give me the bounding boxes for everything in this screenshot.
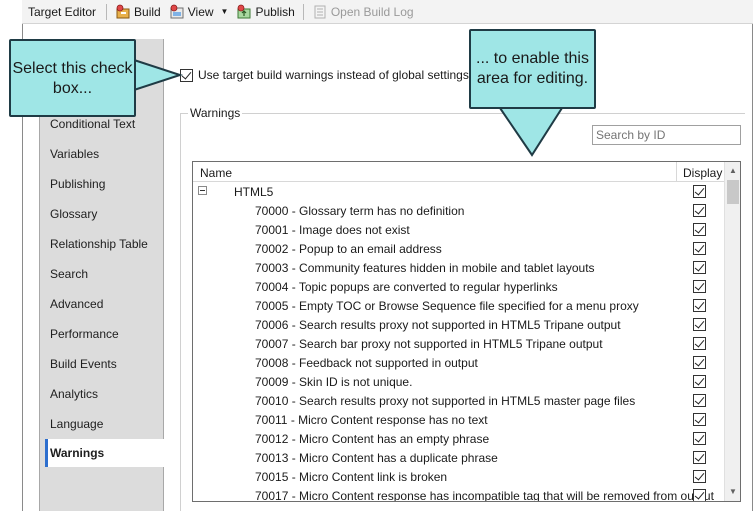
editor-toolbar: Target Editor Build View ▼ Publish Open … [22,0,753,24]
use-target-warnings-checkbox[interactable] [180,68,193,82]
sidebar-item-publishing[interactable]: Publishing [50,177,105,191]
group-display-checkbox[interactable] [693,185,706,198]
table-row[interactable]: 70004 - Topic popups are converted to re… [193,277,724,296]
warnings-grid: Name Display HTML5 70000 - Glossary term… [192,161,741,502]
warning-label: 70005 - Empty TOC or Browse Sequence fil… [255,299,639,313]
warning-label: 70015 - Micro Content link is broken [255,470,448,484]
table-row[interactable]: 70009 - Skin ID is not unique. [193,372,724,391]
toolbar-separator [302,3,304,20]
display-checkbox[interactable] [693,242,706,255]
table-row[interactable]: 70013 - Micro Content has a duplicate ph… [193,448,724,467]
left-callout: Select this check box... [9,39,136,117]
table-row[interactable]: 70001 - Image does not exist [193,220,724,239]
table-row[interactable]: 70008 - Feedback not supported in output [193,353,724,372]
build-label: Build [134,4,161,19]
sidebar-item-relationship-table[interactable]: Relationship Table [50,237,148,251]
open-build-log-label: Open Build Log [330,4,414,19]
table-row[interactable]: 70010 - Search results proxy not support… [193,391,724,410]
display-checkbox[interactable] [693,394,706,407]
display-checkbox[interactable] [693,337,706,350]
warning-label: 70009 - Skin ID is not unique. [255,375,413,389]
sidebar-item-advanced[interactable]: Advanced [50,297,103,311]
display-checkbox[interactable] [693,356,706,369]
warning-label: 70007 - Search bar proxy not supported i… [255,337,603,351]
warning-label: 70012 - Micro Content has an empty phras… [255,432,490,446]
table-row[interactable]: 70012 - Micro Content has an empty phras… [193,429,724,448]
display-checkbox[interactable] [693,489,706,501]
use-target-warnings-option[interactable]: Use target build warnings instead of glo… [180,68,469,82]
table-row[interactable]: 70017 - Micro Content response has incom… [193,486,724,502]
table-row[interactable]: 70000 - Glossary term has no definition [193,201,724,220]
group-row-html5[interactable]: HTML5 [193,182,724,201]
warnings-rows: HTML5 70000 - Glossary term has no defin… [193,182,724,502]
warning-label: 70004 - Topic popups are converted to re… [255,280,558,294]
warning-label: 70001 - Image does not exist [255,223,410,237]
sidebar-item-glossary[interactable]: Glossary [50,207,97,221]
sidebar-item-build-events[interactable]: Build Events [50,357,117,371]
warning-label: 70010 - Search results proxy not support… [255,394,636,408]
display-checkbox[interactable] [693,413,706,426]
table-row[interactable]: 70006 - Search results proxy not support… [193,315,724,334]
grid-scrollbar[interactable]: ▲ ▼ [724,162,740,501]
use-target-warnings-label: Use target build warnings instead of glo… [198,68,469,82]
open-build-log-button[interactable]: Open Build Log [308,4,418,20]
view-label: View [187,4,214,19]
view-dropdown-icon[interactable]: ▼ [221,7,229,16]
display-checkbox[interactable] [693,280,706,293]
display-checkbox[interactable] [693,451,706,464]
table-row[interactable]: 70005 - Empty TOC or Browse Sequence fil… [193,296,724,315]
warning-label: 70008 - Feedback not supported in output [255,356,478,370]
display-checkbox[interactable] [693,432,706,445]
publish-icon [237,4,251,18]
table-row[interactable]: 70011 - Micro Content response has no te… [193,410,724,429]
scroll-up-icon[interactable]: ▲ [729,166,737,175]
display-checkbox[interactable] [693,375,706,388]
warning-label: 70003 - Community features hidden in mob… [255,261,595,275]
group-name: HTML5 [234,185,274,199]
display-checkbox[interactable] [693,223,706,236]
editor-title: Target Editor [28,4,97,19]
view-icon [170,4,184,18]
display-checkbox[interactable] [693,299,706,312]
view-button[interactable]: View ▼ [165,4,233,20]
right-callout: ... to enable this area for editing. [469,29,596,109]
sidebar-item-analytics[interactable]: Analytics [50,387,98,401]
table-row[interactable]: 70002 - Popup to an email address [193,239,724,258]
warnings-group-label: Warnings [188,106,243,120]
log-file-icon [314,5,326,18]
table-row[interactable]: 70015 - Micro Content link is broken [193,467,724,486]
sidebar-item-performance[interactable]: Performance [50,327,119,341]
toolbar-separator [106,3,108,20]
build-icon [116,4,130,18]
sidebar-item-variables[interactable]: Variables [50,147,99,161]
publish-label: Publish [255,4,295,19]
warning-label: 70006 - Search results proxy not support… [255,318,621,332]
warning-label: 70011 - Micro Content response has no te… [255,413,488,427]
warning-label: 70017 - Micro Content response has incom… [255,489,714,502]
table-row[interactable]: 70003 - Community features hidden in mob… [193,258,724,277]
column-header-display[interactable]: Display [676,162,724,182]
build-button[interactable]: Build [111,4,165,20]
warning-label: 70013 - Micro Content has a duplicate ph… [255,451,498,465]
scroll-thumb[interactable] [727,180,739,204]
display-checkbox[interactable] [693,261,706,274]
scroll-down-icon[interactable]: ▼ [729,487,737,496]
warning-label: 70002 - Popup to an email address [255,242,442,256]
sidebar-item-conditional-text[interactable]: Conditional Text [50,117,135,131]
publish-button[interactable]: Publish [232,4,298,20]
search-by-id-input[interactable] [592,125,741,145]
sidebar-item-language[interactable]: Language [50,417,103,431]
display-checkbox[interactable] [693,470,706,483]
collapse-icon[interactable] [198,186,207,195]
column-header-name[interactable]: Name [200,166,232,180]
sidebar-item-warnings[interactable]: Warnings [45,439,165,467]
grid-header: Name Display [193,162,724,182]
table-row[interactable]: 70007 - Search bar proxy not supported i… [193,334,724,353]
warning-label: 70000 - Glossary term has no definition [255,204,465,218]
sidebar-item-search[interactable]: Search [50,267,88,281]
display-checkbox[interactable] [693,318,706,331]
display-checkbox[interactable] [693,204,706,217]
